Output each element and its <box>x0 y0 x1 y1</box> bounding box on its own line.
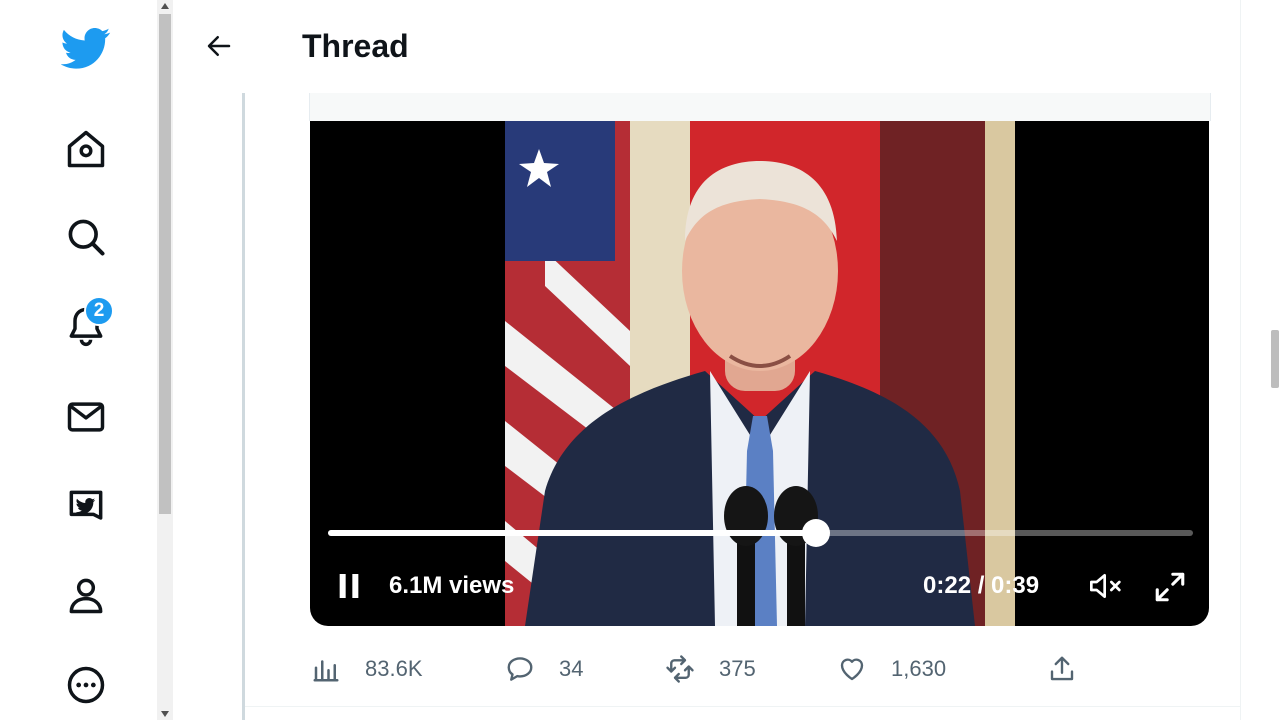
fullscreen-button[interactable] <box>1152 569 1188 605</box>
pause-icon <box>339 574 359 598</box>
back-button[interactable] <box>199 26 239 66</box>
scroll-up-arrow-icon[interactable] <box>161 3 169 9</box>
sidebar-nav: 2 <box>0 0 157 720</box>
video-progress-bar[interactable] <box>328 519 1193 547</box>
pause-button[interactable] <box>332 569 366 603</box>
retweet-action[interactable]: 375 <box>665 645 756 693</box>
twitter-blue-icon[interactable] <box>60 481 112 533</box>
person-icon[interactable] <box>60 569 112 621</box>
speaker-muted-icon <box>1090 574 1121 598</box>
window-scrollbar-thumb[interactable] <box>1271 330 1279 388</box>
notification-badge: 2 <box>84 296 114 326</box>
search-icon[interactable] <box>60 211 112 263</box>
video-time: 0:22 / 0:39 <box>923 572 1040 599</box>
like-count: 1,630 <box>891 656 947 681</box>
tweet-actions: 83.6K 34 375 1,630 <box>309 645 1209 693</box>
video-view-count: 6.1M views <box>389 572 515 599</box>
main-column: Thread 6.1M views 0:22 / 0:39 83.6K 34 3… <box>173 0 1240 720</box>
share-icon <box>1050 656 1074 681</box>
reply-icon <box>507 657 533 681</box>
divider <box>245 706 1240 707</box>
reply-count: 34 <box>559 656 584 681</box>
page-title: Thread <box>302 28 409 64</box>
scrollbar-thumb[interactable] <box>159 14 171 514</box>
scroll-down-arrow-icon[interactable] <box>161 711 169 717</box>
back-arrow-icon <box>207 36 231 56</box>
fullscreen-icon <box>1155 572 1185 602</box>
views-action[interactable]: 83.6K <box>311 645 423 693</box>
share-action[interactable] <box>1047 645 1101 693</box>
header: Thread <box>173 0 1240 93</box>
window-scrollbar[interactable] <box>1240 0 1280 720</box>
thread-connector-line <box>242 93 245 720</box>
unmute-button[interactable] <box>1087 569 1125 603</box>
mail-icon[interactable] <box>60 391 112 443</box>
video-frame <box>505 121 1015 626</box>
video-scrubber-handle[interactable] <box>801 519 830 547</box>
quoted-card-top <box>309 93 1211 121</box>
video-progress-fill <box>328 530 816 536</box>
more-circle-icon[interactable] <box>60 659 112 711</box>
like-action[interactable]: 1,630 <box>837 645 946 693</box>
home-icon[interactable] <box>60 123 112 175</box>
video-player[interactable]: 6.1M views 0:22 / 0:39 <box>310 121 1209 626</box>
reply-action[interactable]: 34 <box>505 645 583 693</box>
twitter-logo-icon[interactable] <box>60 22 112 74</box>
heart-icon <box>840 658 864 681</box>
analytics-icon <box>313 660 339 682</box>
page-scrollbar[interactable] <box>157 0 173 720</box>
views-count: 83.6K <box>365 656 423 681</box>
retweet-count: 375 <box>719 656 756 681</box>
retweet-icon <box>666 655 694 683</box>
